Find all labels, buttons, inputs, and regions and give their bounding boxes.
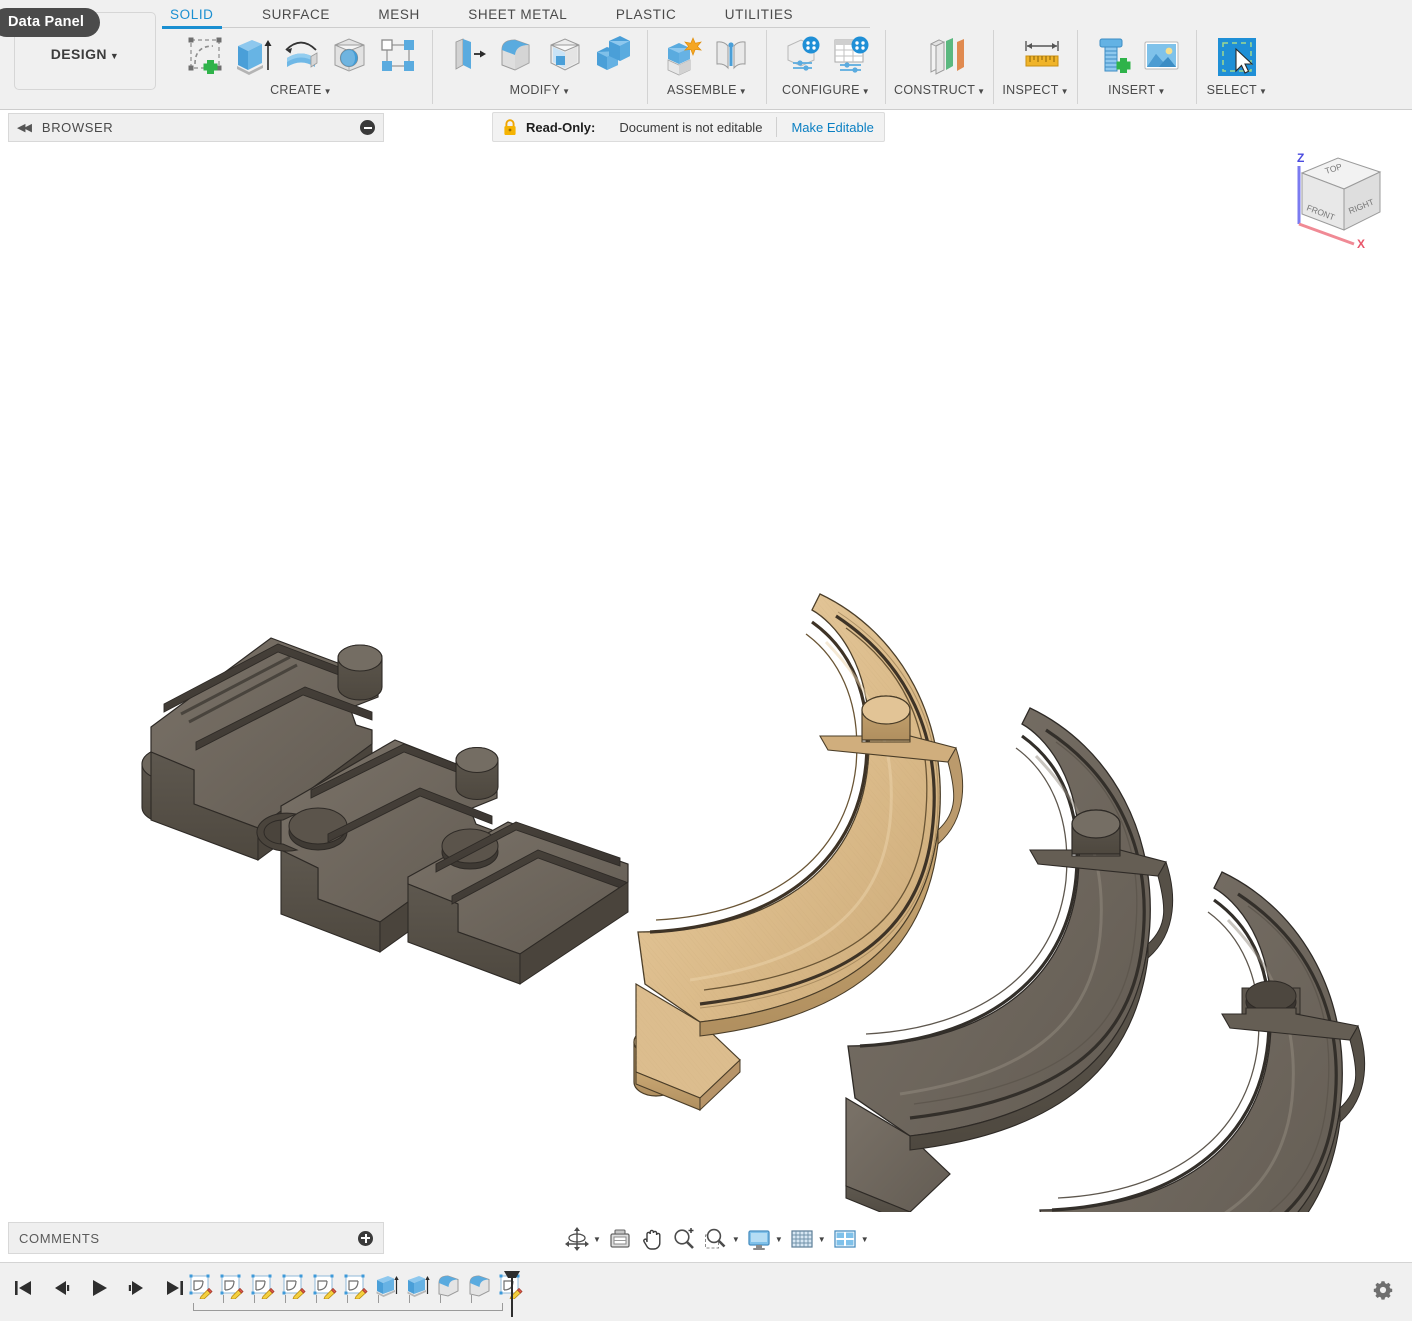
tab-sheet-metal[interactable]: SHEET METAL: [468, 0, 567, 27]
ribbon-group-select-label[interactable]: SELECT ▼: [1205, 83, 1269, 97]
timeline-playhead[interactable]: [502, 1269, 522, 1317]
ribbon-group-configure: CONFIGURE ▼: [766, 30, 885, 104]
ribbon-group-insert: INSERT ▼: [1076, 30, 1196, 104]
view-cube[interactable]: Z X TOP FRONT RIGHT: [1272, 148, 1390, 252]
shell-icon[interactable]: [541, 32, 587, 80]
viewcube-axis-z: Z: [1297, 151, 1304, 165]
ribbon-tab-strip: SOLID SURFACE MESH SHEET METAL PLASTIC U…: [162, 0, 837, 29]
tab-surface[interactable]: SURFACE: [262, 0, 330, 27]
ribbon-group-modify-label[interactable]: MODIFY ▼: [441, 83, 639, 97]
press-pull-icon[interactable]: [445, 32, 491, 80]
go-to-end-icon[interactable]: [164, 1277, 186, 1299]
tab-plastic[interactable]: PLASTIC: [616, 0, 676, 27]
configure-part-icon[interactable]: [779, 32, 825, 80]
read-only-message: Document is not editable: [619, 119, 763, 135]
chevron-down-icon[interactable]: ▼: [861, 1235, 869, 1244]
chevron-down-icon[interactable]: ▼: [593, 1235, 601, 1244]
minus-circle-icon[interactable]: [360, 120, 375, 135]
tab-mesh[interactable]: MESH: [378, 0, 419, 27]
look-at-icon[interactable]: [605, 1224, 635, 1254]
step-back-icon[interactable]: [50, 1277, 72, 1299]
offset-plane-icon[interactable]: [917, 32, 964, 80]
ribbon-group-configure-label[interactable]: CONFIGURE ▼: [775, 83, 877, 97]
comments-panel: COMMENTS: [8, 1222, 384, 1254]
chevron-down-icon[interactable]: ▼: [818, 1235, 826, 1244]
timeline-features: [188, 1273, 529, 1301]
go-to-beginning-icon[interactable]: [12, 1277, 34, 1299]
configure-table-icon[interactable]: [827, 32, 873, 80]
select-window-icon[interactable]: [1209, 32, 1265, 80]
display-settings-icon[interactable]: ▼: [744, 1224, 785, 1254]
extrude-icon[interactable]: [230, 32, 276, 80]
measure-icon[interactable]: [1013, 32, 1059, 80]
curved-track-wood[interactable]: [633, 590, 964, 1112]
sphere-icon[interactable]: [326, 32, 372, 80]
ribbon-group-create-label[interactable]: CREATE ▼: [178, 83, 424, 97]
comments-title: COMMENTS: [19, 1230, 100, 1246]
divider: [776, 117, 778, 137]
ribbon-group-construct-label[interactable]: CONSTRUCT ▼: [894, 83, 985, 97]
navigation-bar: ▼ ▼ ▼ ▼ ▼: [556, 1221, 877, 1257]
timeline-bar: [0, 1262, 1412, 1321]
ribbon-group-inspect: INSPECT ▼: [993, 30, 1077, 104]
browser-header: ◀◀ BROWSER: [8, 113, 384, 142]
make-editable-link[interactable]: Make Editable: [791, 120, 873, 135]
timeline-playback-controls: [12, 1277, 186, 1299]
ribbon-group-assemble: ASSEMBLE ▼: [647, 30, 766, 104]
timeline-sketch-1[interactable]: [188, 1273, 216, 1301]
insert-mcmaster-icon[interactable]: [1090, 32, 1136, 80]
read-only-banner: Read-Only: Document is not editable Make…: [492, 112, 885, 142]
play-icon[interactable]: [88, 1277, 110, 1299]
plus-circle-icon[interactable]: [358, 1230, 373, 1246]
zoom-magnifier-icon[interactable]: [669, 1224, 699, 1254]
browser-title: BROWSER: [41, 120, 114, 135]
data-panel-badge[interactable]: Data Panel: [0, 8, 101, 37]
combine-icon[interactable]: [589, 32, 635, 80]
3d-viewport[interactable]: Z X TOP FRONT RIGHT: [0, 142, 1412, 1212]
insert-image-icon[interactable]: [1138, 32, 1184, 80]
chevron-down-icon[interactable]: ▼: [732, 1235, 740, 1244]
grid-snaps-icon[interactable]: ▼: [787, 1224, 828, 1254]
joint-icon[interactable]: [708, 32, 754, 80]
orbit-icon[interactable]: ▼: [562, 1224, 603, 1254]
fusion360-window: DESIGN ▼ SOLID SURFACE MESH SHEET METAL P…: [0, 0, 1412, 1321]
lock-icon: [503, 118, 517, 136]
step-forward-icon[interactable]: [126, 1277, 148, 1299]
create-sketch-icon[interactable]: [182, 32, 228, 80]
tab-utilities[interactable]: UTILITIES: [725, 0, 793, 27]
viewcube-axis-x: X: [1357, 237, 1365, 251]
ribbon-group-inspect-label[interactable]: INSPECT ▼: [1002, 83, 1069, 97]
read-only-label: Read-Only:: [526, 119, 596, 135]
ribbon-group-select: SELECT ▼: [1195, 30, 1277, 104]
pattern-icon[interactable]: [374, 32, 420, 80]
ribbon-group-insert-label[interactable]: INSERT ▼: [1086, 83, 1188, 97]
fillet-icon[interactable]: [493, 32, 539, 80]
ribbon-group-modify: MODIFY ▼: [432, 30, 647, 104]
workspace-label: DESIGN ▼: [50, 46, 120, 62]
collapse-left-icon[interactable]: ◀◀: [17, 121, 32, 134]
timeline-group-bracket: [193, 1295, 503, 1311]
tab-solid[interactable]: SOLID: [162, 0, 221, 29]
ribbon-groups: CREATE ▼ MODIFY ▼ ASSEMBLE ▼ CONFIGURE ▼…: [170, 30, 1277, 108]
new-component-icon[interactable]: [660, 32, 706, 80]
viewport-layout-icon[interactable]: ▼: [830, 1224, 871, 1254]
chevron-down-icon[interactable]: ▼: [775, 1235, 783, 1244]
zoom-window-icon[interactable]: ▼: [701, 1224, 742, 1254]
ribbon-group-construct: CONSTRUCT ▼: [885, 30, 993, 104]
pan-hand-icon[interactable]: [637, 1224, 667, 1254]
revolve-icon[interactable]: [278, 32, 324, 80]
ribbon-toolbar: DESIGN ▼ SOLID SURFACE MESH SHEET METAL P…: [0, 0, 1412, 110]
ribbon-group-create: CREATE ▼: [170, 30, 432, 104]
ribbon-group-assemble-label[interactable]: ASSEMBLE ▼: [656, 83, 758, 97]
cad-model-canvas: [141, 590, 1366, 1212]
gear-icon[interactable]: [1372, 1279, 1394, 1301]
